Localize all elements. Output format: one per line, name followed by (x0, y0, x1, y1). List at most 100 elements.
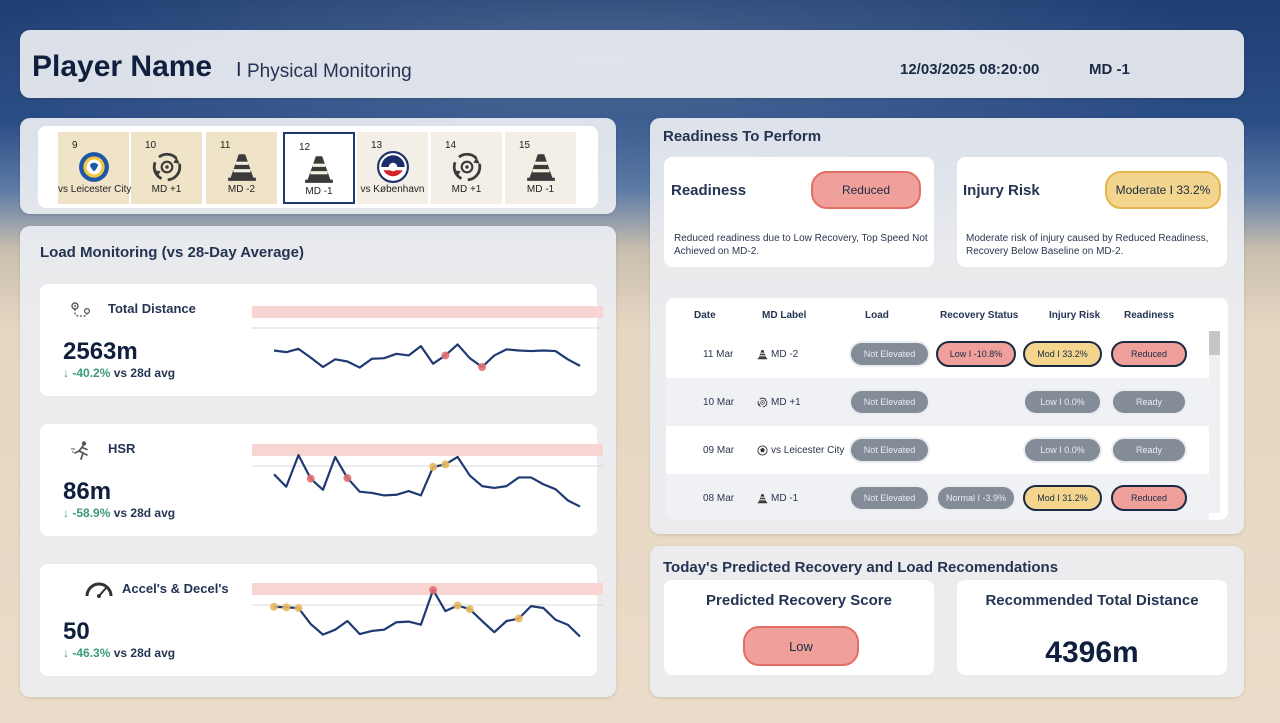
load-badge[interactable]: Not Elevated (849, 341, 930, 367)
load-monitoring-card: Load Monitoring (vs 28-Day Average) Tota… (20, 226, 616, 697)
cone-icon (285, 153, 353, 185)
injury-risk-label: Injury Risk (963, 182, 1040, 199)
injury-risk-badge[interactable]: Moderate I 33.2% (1105, 171, 1221, 209)
table-row[interactable]: 10 Mar MD +1 Not Elevated Low I 0.0% Read… (666, 378, 1209, 426)
row-date: 08 Mar (703, 492, 735, 504)
metric-delta: ↓ -46.3% vs 28d avg (63, 646, 175, 660)
table-row[interactable]: 09 Mar vs Leicester City Not Elevated Low… (666, 426, 1209, 474)
col-header-recovery: Recovery Status (940, 310, 1019, 321)
fixture-day-number: 14 (445, 140, 457, 151)
above-average-point[interactable] (306, 474, 315, 483)
header-bar: Player Name I Physical Monitoring 12/03/… (20, 30, 1244, 98)
injury-risk-badge[interactable]: Low I 0.0% (1023, 437, 1102, 463)
readiness-badge[interactable]: Ready (1111, 389, 1187, 415)
table-row[interactable]: 08 Mar MD -1 Not Elevated Normal I -3.9% M… (666, 474, 1209, 520)
hsr-sparkline (252, 444, 603, 508)
injury-risk-description: Moderate risk of injury caused by Reduce… (966, 233, 1209, 257)
readiness-badge[interactable]: Reduced (1111, 341, 1187, 367)
col-header-md-label: MD Label (762, 310, 807, 321)
warning-point[interactable] (465, 605, 474, 614)
above-average-point[interactable] (343, 474, 352, 483)
recovery-badge[interactable]: Normal I -3.9% (936, 485, 1016, 511)
baseline-band (252, 444, 603, 456)
recommended-distance-title: Recommended Total Distance (985, 592, 1199, 609)
fixture-day-number: 11 (220, 140, 231, 151)
cone-icon (505, 151, 576, 183)
cone-icon (206, 151, 277, 183)
predicted-recovery-box: Predicted Recovery Score Low (664, 580, 934, 675)
cone-icon (757, 349, 768, 360)
delta-percent: -46.3% (72, 646, 111, 660)
speedometer-icon (84, 580, 114, 603)
metric-name: HSR (108, 441, 136, 456)
predicted-recovery-badge[interactable]: Low (743, 626, 859, 666)
readiness-status-badge[interactable]: Reduced (811, 171, 921, 209)
fixture-day-number: 10 (145, 140, 157, 151)
col-header-injury-risk: Injury Risk (1049, 310, 1101, 321)
load-badge[interactable]: Not Elevated (849, 389, 930, 415)
warning-point[interactable] (441, 460, 450, 469)
baseline-band (252, 306, 603, 318)
metric-hsr[interactable]: HSR 86m ↓ -58.9% vs 28d avg (40, 424, 603, 536)
fixture-day-9[interactable]: 9 vs Leicester City (58, 132, 132, 204)
leicester-crest-icon (58, 151, 129, 183)
readiness-label: Readiness (671, 182, 747, 199)
readiness-badge[interactable]: Reduced (1111, 485, 1187, 511)
row-date: 09 Mar (703, 444, 735, 456)
metric-delta: ↓ -40.2% vs 28d avg (63, 366, 175, 380)
total-distance-sparkline (252, 306, 603, 371)
player-name: Player Name (32, 50, 213, 83)
load-badge[interactable]: Not Elevated (849, 485, 930, 511)
col-header-date: Date (694, 310, 716, 321)
warning-point[interactable] (270, 602, 278, 611)
recovery-icon (431, 151, 502, 183)
fixture-day-10[interactable]: 10 MD +1 (131, 132, 202, 204)
metric-total-distance[interactable]: Total Distance 2563m ↓ -40.2% vs 28d avg (40, 284, 603, 396)
injury-risk-badge[interactable]: Mod I 31.2% (1023, 485, 1102, 511)
fixture-day-15[interactable]: 15 MD -1 (505, 132, 576, 204)
above-average-point[interactable] (478, 363, 487, 371)
above-average-point[interactable] (429, 586, 438, 594)
metric-value: 50 (63, 618, 90, 645)
predicted-recovery-card: Today's Predicted Recovery and Load Reco… (650, 546, 1244, 697)
fixture-day-13[interactable]: 13 vs København (357, 132, 428, 204)
row-date: 10 Mar (703, 396, 735, 408)
col-header-readiness: Readiness (1124, 310, 1175, 321)
scrollbar-thumb[interactable] (1209, 331, 1220, 355)
timestamp: 12/03/2025 08:20:00 (900, 61, 1040, 78)
down-arrow-icon: ↓ (63, 646, 69, 660)
metric-accel-decel[interactable]: Accel's & Decel's 50 ↓ -46.3% vs 28d avg (40, 564, 603, 676)
injury-risk-badge[interactable]: Mod I 33.2% (1023, 341, 1102, 367)
fixture-day-14[interactable]: 14 MD +1 (431, 132, 502, 204)
page-subtitle: Physical Monitoring (247, 61, 412, 82)
injury-risk-badge[interactable]: Low I 0.0% (1023, 389, 1102, 415)
delta-suffix: vs 28d avg (113, 506, 176, 520)
warning-point[interactable] (294, 603, 303, 612)
baseline-band (252, 583, 603, 595)
recovery-badge[interactable]: Low I -10.8% (936, 341, 1016, 367)
warning-point[interactable] (453, 601, 462, 610)
recovery-icon (757, 397, 768, 408)
warning-point[interactable] (429, 462, 438, 471)
readiness-badge[interactable]: Ready (1111, 437, 1187, 463)
fixture-day-number: 12 (299, 142, 311, 153)
table-scrollbar[interactable] (1209, 331, 1220, 513)
row-md-label: MD -2 (757, 330, 798, 378)
fixture-day-12[interactable]: 12 MD -1 (283, 132, 355, 204)
matchday-label: MD -1 (1089, 61, 1130, 78)
warning-point[interactable] (514, 614, 523, 623)
load-badge[interactable]: Not Elevated (849, 437, 930, 463)
fixtures-card: 9 vs Leicester City 10 MD +1 11 MD -2 12 MD… (20, 118, 616, 214)
fixture-day-11[interactable]: 11 MD -2 (206, 132, 277, 204)
fixture-label: MD -1 (526, 184, 555, 195)
fixture-label: vs Leicester City (58, 184, 132, 195)
warning-point[interactable] (282, 603, 291, 612)
fixture-label: MD +1 (451, 184, 482, 195)
readiness-description: Reduced readiness due to Low Recovery, T… (674, 233, 928, 257)
above-average-point[interactable] (441, 351, 450, 360)
metric-value: 86m (63, 478, 112, 505)
fixture-day-number: 13 (371, 140, 383, 151)
col-header-load: Load (865, 310, 889, 321)
table-row[interactable]: 11 Mar MD -2 Not Elevated Low I -10.8% Mod… (666, 330, 1209, 378)
sprint-icon (70, 440, 92, 467)
